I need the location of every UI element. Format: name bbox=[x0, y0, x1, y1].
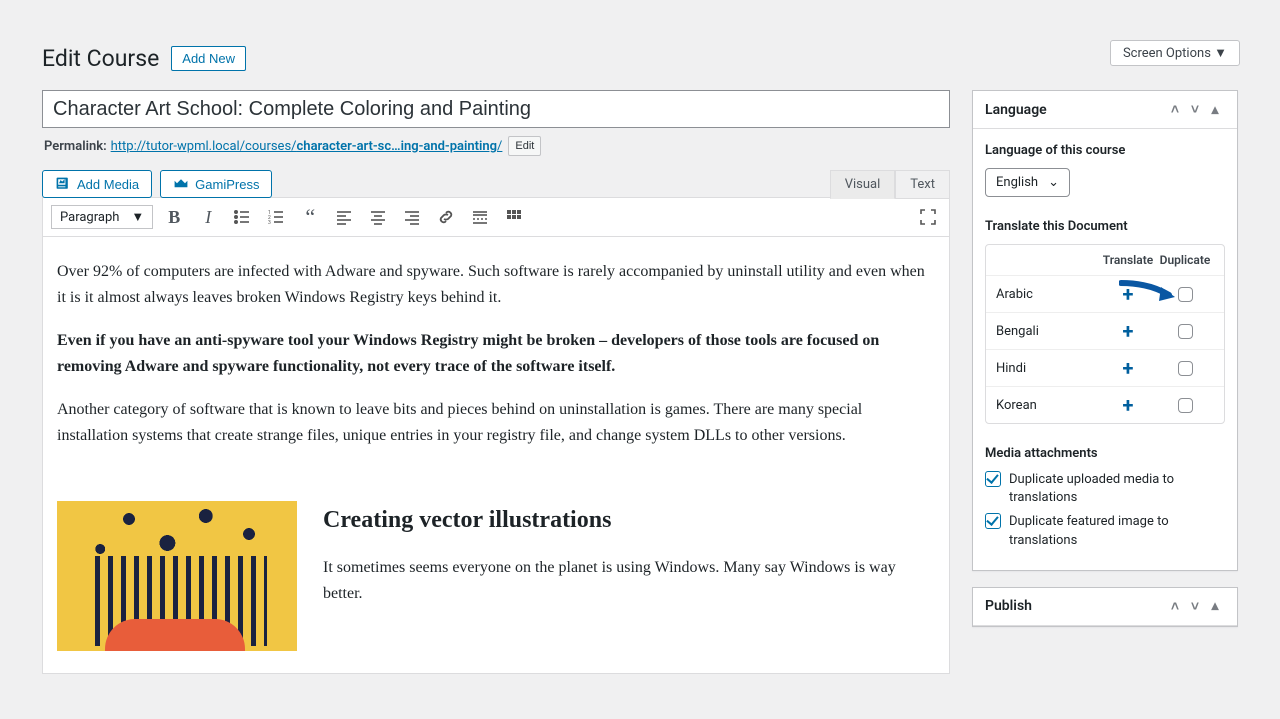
content-paragraph: Even if you have an anti-spyware tool yo… bbox=[57, 328, 935, 379]
content-image bbox=[57, 501, 297, 651]
crown-icon bbox=[173, 176, 189, 192]
format-select[interactable]: Paragraph▼ bbox=[51, 205, 153, 229]
checkbox-icon bbox=[985, 513, 1001, 529]
edit-slug-button[interactable]: Edit bbox=[508, 136, 541, 156]
duplicate-col-header: Duplicate bbox=[1156, 253, 1214, 267]
translate-doc-label: Translate this Document bbox=[985, 219, 1225, 234]
ol-button[interactable]: 123 bbox=[263, 204, 289, 230]
panel-up-icon[interactable]: ˄ bbox=[1165, 101, 1185, 118]
translate-col-header: Translate bbox=[1100, 253, 1156, 267]
bold-button[interactable]: B bbox=[161, 204, 187, 230]
italic-button[interactable]: I bbox=[195, 204, 221, 230]
translate-table: Translate Duplicate Arabic + Bengali + bbox=[985, 244, 1225, 424]
lang-name: Hindi bbox=[996, 361, 1100, 376]
translate-add-button[interactable]: + bbox=[1100, 395, 1156, 415]
panel-toggle-icon[interactable]: ▴ bbox=[1205, 102, 1225, 118]
chevron-down-icon: ▼ bbox=[131, 209, 144, 225]
table-row: Bengali + bbox=[986, 312, 1224, 349]
tab-text[interactable]: Text bbox=[895, 170, 950, 199]
content-heading: Creating vector illustrations bbox=[323, 501, 935, 539]
duplicate-checkbox[interactable] bbox=[1178, 287, 1193, 302]
translate-add-button[interactable]: + bbox=[1100, 321, 1156, 341]
align-right-button[interactable] bbox=[399, 204, 425, 230]
duplicate-checkbox[interactable] bbox=[1178, 324, 1193, 339]
quote-button[interactable]: “ bbox=[297, 204, 323, 230]
page-title: Edit Course bbox=[42, 45, 159, 72]
chevron-down-icon: ⌄ bbox=[1048, 175, 1059, 190]
duplicate-checkbox[interactable] bbox=[1178, 398, 1193, 413]
toolbar-toggle-button[interactable] bbox=[501, 204, 527, 230]
language-panel-title: Language bbox=[985, 102, 1165, 118]
editor-content[interactable]: Over 92% of computers are infected with … bbox=[43, 237, 949, 673]
permalink-label: Permalink: bbox=[44, 139, 107, 154]
publish-panel-title: Publish bbox=[985, 598, 1165, 614]
editor-toolbar: Paragraph▼ B I 123 “ bbox=[43, 198, 949, 237]
panel-down-icon[interactable]: ˅ bbox=[1185, 101, 1205, 118]
media-icon bbox=[55, 176, 71, 192]
content-paragraph: Over 92% of computers are infected with … bbox=[57, 259, 935, 310]
content-paragraph: Another category of software that is kno… bbox=[57, 397, 935, 448]
table-row: Hindi + bbox=[986, 349, 1224, 386]
duplicate-featured-image-checkbox[interactable]: Duplicate featured image to translations bbox=[985, 513, 1225, 549]
fullscreen-button[interactable] bbox=[915, 204, 941, 230]
table-row: Arabic + bbox=[986, 275, 1224, 312]
duplicate-uploaded-media-checkbox[interactable]: Duplicate uploaded media to translations bbox=[985, 471, 1225, 507]
screen-options-button[interactable]: Screen Options ▼ bbox=[1110, 40, 1240, 66]
add-media-button[interactable]: Add Media bbox=[42, 170, 152, 198]
course-title-input[interactable] bbox=[42, 90, 950, 128]
panel-up-icon[interactable]: ˄ bbox=[1165, 598, 1185, 615]
translate-add-button[interactable]: + bbox=[1100, 284, 1156, 304]
checkbox-icon bbox=[985, 471, 1001, 487]
readmore-button[interactable] bbox=[467, 204, 493, 230]
translate-add-button[interactable]: + bbox=[1100, 358, 1156, 378]
gamipress-button[interactable]: GamiPress bbox=[160, 170, 272, 198]
lang-name: Arabic bbox=[996, 287, 1100, 302]
media-attachments-label: Media attachments bbox=[985, 446, 1225, 461]
panel-down-icon[interactable]: ˅ bbox=[1185, 598, 1205, 615]
align-center-button[interactable] bbox=[365, 204, 391, 230]
add-new-button[interactable]: Add New bbox=[171, 46, 246, 71]
lang-name: Korean bbox=[996, 398, 1100, 413]
permalink-link[interactable]: http://tutor-wpml.local/courses/characte… bbox=[111, 139, 503, 154]
language-of-course-label: Language of this course bbox=[985, 143, 1225, 158]
language-select[interactable]: English ⌄ bbox=[985, 168, 1070, 197]
panel-toggle-icon[interactable]: ▴ bbox=[1205, 598, 1225, 614]
table-row: Korean + bbox=[986, 386, 1224, 423]
lang-name: Bengali bbox=[996, 324, 1100, 339]
tab-visual[interactable]: Visual bbox=[830, 170, 896, 199]
duplicate-checkbox[interactable] bbox=[1178, 361, 1193, 376]
ul-button[interactable] bbox=[229, 204, 255, 230]
link-button[interactable] bbox=[433, 204, 459, 230]
align-left-button[interactable] bbox=[331, 204, 357, 230]
content-paragraph: It sometimes seems everyone on the plane… bbox=[323, 555, 935, 606]
svg-text:3: 3 bbox=[268, 220, 271, 226]
